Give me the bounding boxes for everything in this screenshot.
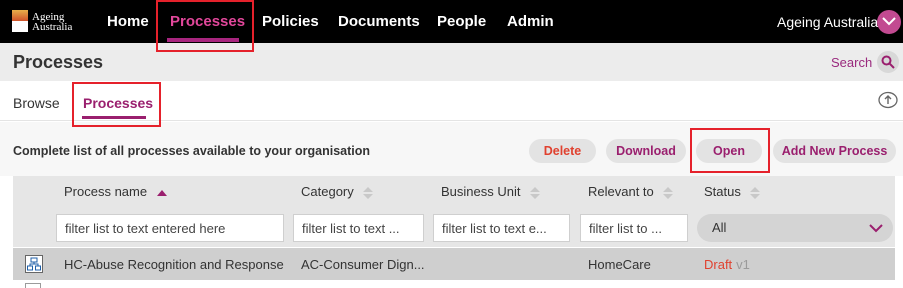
process-name-filter-input[interactable] (56, 214, 284, 242)
user-menu-button[interactable] (877, 10, 901, 34)
sort-ascending-icon[interactable] (156, 189, 167, 197)
nav-processes[interactable]: Processes (170, 0, 245, 43)
column-label-relevant-to: Relevant to (588, 184, 654, 199)
process-flow-icon (25, 255, 43, 273)
search-icon (881, 55, 895, 69)
nav-active-underline (167, 38, 239, 42)
cell-process-name[interactable]: HC-Abuse Recognition and Response (64, 257, 284, 272)
open-button[interactable]: Open (696, 139, 762, 163)
ageing-australia-logo[interactable]: Ageing Australia (12, 8, 82, 36)
download-button[interactable]: Download (606, 139, 686, 163)
cell-relevant-to: HomeCare (588, 257, 651, 272)
upload-icon[interactable] (878, 91, 898, 109)
list-description: Complete list of all processes available… (13, 144, 371, 158)
column-label-category: Category (301, 184, 354, 199)
column-header-process-name[interactable]: Process name (64, 184, 167, 199)
nav-home[interactable]: Home (107, 0, 149, 43)
status-filter-select[interactable]: All (697, 214, 893, 242)
category-filter-input[interactable] (293, 214, 424, 242)
top-navigation-bar: Ageing Australia Home Processes Policies… (0, 0, 903, 43)
nav-people[interactable]: People (437, 0, 486, 43)
version-label: v1 (736, 257, 750, 272)
search-button[interactable] (877, 51, 899, 73)
delete-button[interactable]: Delete (529, 139, 596, 163)
sort-icon[interactable] (750, 186, 761, 200)
status-filter-value: All (712, 220, 727, 235)
tab-processes[interactable]: Processes (83, 95, 153, 111)
search-link[interactable]: Search (831, 55, 872, 70)
column-header-category[interactable]: Category (301, 184, 374, 200)
sort-icon[interactable] (663, 186, 674, 200)
sort-icon[interactable] (530, 186, 541, 200)
chevron-down-icon (882, 17, 896, 26)
tab-bar: Browse Processes (0, 81, 903, 121)
tab-browse[interactable]: Browse (13, 95, 60, 111)
page-title: Processes (13, 52, 104, 72)
nav-admin[interactable]: Admin (507, 0, 554, 43)
tab-active-underline (82, 116, 146, 119)
nav-policies[interactable]: Policies (262, 0, 319, 43)
column-label-process-name: Process name (64, 184, 148, 199)
cell-status: Draft v1 (704, 257, 750, 272)
page-header: Processes Search (0, 43, 903, 81)
business-unit-filter-input[interactable] (433, 214, 570, 242)
next-row-icon-partial (25, 283, 41, 288)
table-header: Process name Category Business Unit Rele… (13, 176, 895, 208)
table-row[interactable]: HC-Abuse Recognition and Response AC-Con… (13, 248, 895, 280)
column-header-relevant-to[interactable]: Relevant to (588, 184, 674, 200)
column-label-status: Status (704, 184, 741, 199)
user-organisation-name[interactable]: Ageing Australia (777, 0, 878, 43)
add-new-process-button[interactable]: Add New Process (773, 139, 896, 163)
logo-text-line2: Australia (32, 21, 73, 33)
list-toolbar: Complete list of all processes available… (0, 122, 903, 176)
column-label-business-unit: Business Unit (441, 184, 521, 199)
chevron-down-icon (869, 224, 883, 233)
logo-mark-icon (12, 10, 28, 32)
relevant-to-filter-input[interactable] (580, 214, 688, 242)
nav-documents[interactable]: Documents (338, 0, 420, 43)
filter-row: All (13, 208, 895, 247)
sort-icon[interactable] (363, 186, 374, 200)
status-draft-badge: Draft (704, 257, 733, 272)
cell-category: AC-Consumer Dign... (301, 257, 425, 272)
column-header-status[interactable]: Status (704, 184, 761, 200)
column-header-business-unit[interactable]: Business Unit (441, 184, 541, 200)
